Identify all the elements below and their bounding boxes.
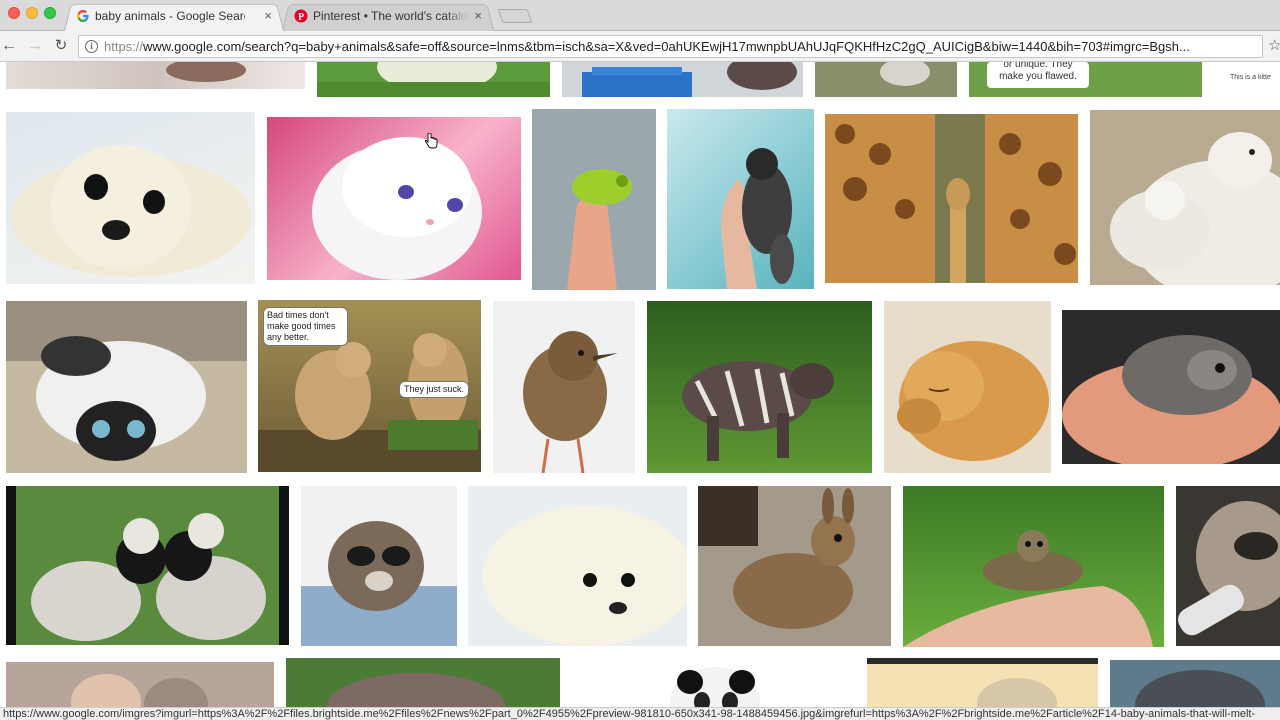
- info-icon[interactable]: i: [85, 40, 98, 53]
- image-result-chameleon[interactable]: [532, 109, 656, 290]
- meme-caption-bottom: They just suck.: [399, 381, 470, 398]
- hand-cursor-icon: [424, 133, 438, 149]
- meme-caption-top: Bad times don't make good times any bett…: [263, 307, 348, 346]
- image-caption: This is a kitte: [1230, 74, 1271, 81]
- image-result-harp-seal[interactable]: [468, 486, 687, 646]
- image-result[interactable]: This is a kitte: [1214, 62, 1280, 97]
- image-result-sloth[interactable]: [1176, 486, 1280, 646]
- tab-title: baby animals - Google Search: [95, 9, 245, 23]
- browser-toolbar: ← → ↻ i https://www.google.com/search?q=…: [0, 31, 1280, 62]
- google-icon: [77, 10, 89, 22]
- tab-bar: P Pinterest • The world's catalog × baby…: [0, 0, 1280, 31]
- image-result-white-kitten[interactable]: [267, 117, 521, 280]
- image-result-seal-pup[interactable]: [6, 112, 255, 284]
- bookmark-star-icon[interactable]: ☆: [1268, 36, 1280, 54]
- minimize-window-button[interactable]: [26, 7, 38, 19]
- image-result-flying-squirrel[interactable]: [1062, 310, 1280, 464]
- image-result-prairie-dogs-meme[interactable]: Bad times don't make good times any bett…: [258, 300, 481, 472]
- close-window-button[interactable]: [8, 7, 20, 19]
- address-bar[interactable]: i https://www.google.com/search?q=baby+a…: [78, 35, 1263, 58]
- image-result[interactable]: [562, 62, 803, 97]
- image-result-pygmy-marmoset[interactable]: [903, 486, 1164, 647]
- tab-pinterest[interactable]: P Pinterest • The world's catalog ×: [282, 2, 494, 31]
- back-arrow-icon[interactable]: ←: [0, 37, 18, 55]
- forward-arrow-icon[interactable]: →: [26, 37, 44, 55]
- image-result[interactable]: [815, 62, 957, 97]
- tab-title: Pinterest • The world's catalog: [313, 9, 468, 23]
- svg-text:P: P: [298, 12, 304, 23]
- image-result-polar-bears[interactable]: [1090, 110, 1280, 285]
- image-result-puppy[interactable]: [884, 301, 1051, 473]
- image-result-baby-bird[interactable]: [493, 301, 635, 473]
- image-result-giraffes[interactable]: [825, 114, 1078, 283]
- new-tab-button[interactable]: [497, 9, 533, 23]
- reload-icon[interactable]: ↻: [52, 37, 70, 55]
- image-result[interactable]: [317, 62, 550, 97]
- tab-close-icon[interactable]: ×: [264, 8, 272, 23]
- tab-google-search[interactable]: baby animals - Google Search ×: [64, 2, 284, 31]
- tab-close-icon[interactable]: ×: [474, 8, 482, 23]
- maximize-window-button[interactable]: [44, 7, 56, 19]
- image-result-playing-kitten[interactable]: [6, 301, 247, 473]
- image-caption: or unique. They make you flawed.: [999, 62, 1077, 82]
- image-result[interactable]: [6, 62, 305, 89]
- address-url[interactable]: https://www.google.com/search?q=baby+ani…: [104, 39, 1190, 54]
- image-result-raccoon[interactable]: [301, 486, 457, 646]
- image-result-marmoset[interactable]: [667, 109, 814, 289]
- image-result-lambs[interactable]: [6, 486, 289, 645]
- image-result-baby-deer[interactable]: [698, 486, 891, 646]
- pinterest-icon: P: [294, 9, 308, 23]
- image-results-grid: or unique. They make you flawed. This is…: [0, 62, 1280, 720]
- image-result[interactable]: or unique. They make you flawed.: [969, 62, 1202, 97]
- image-result-baby-tapir[interactable]: [647, 301, 872, 473]
- status-bar-url: https://www.google.com/imgres?imgurl=htt…: [0, 707, 1280, 720]
